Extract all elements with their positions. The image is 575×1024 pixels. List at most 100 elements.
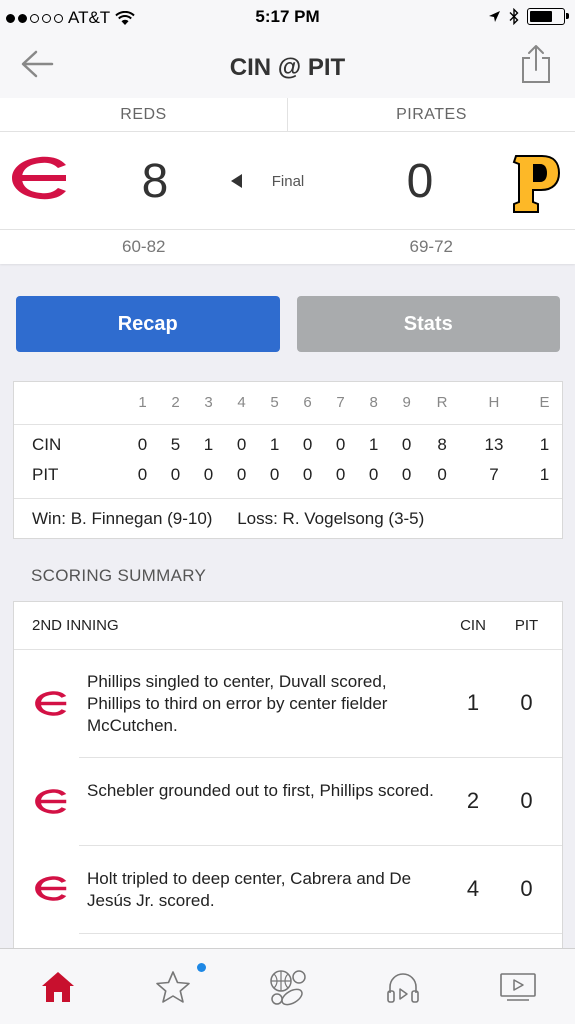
cin-column-header: CIN [460,617,486,634]
winner-arrow-icon [231,174,242,188]
inning-header: 4 [225,382,259,425]
linescore-cell: 0 [269,465,280,484]
linescore-cell: 0 [335,465,346,484]
status-bar: AT&T 5:17 PM [0,0,575,34]
team-abbr: PIT [32,465,59,484]
winning-pitcher: Win: B. Finnegan (9-10) [32,509,213,528]
scoring-play[interactable]: Phillips singled to center, Duvall score… [14,650,562,758]
home-icon [41,971,74,1002]
linescore-cell: 0 [137,435,148,455]
linescore-cell: 7 [489,465,499,484]
scoring-summary-title: SCORING SUMMARY [31,566,207,585]
headphones-icon [386,972,419,1003]
cin-running-score: 1 [466,690,480,715]
play-description: Phillips singled to center, Duvall score… [87,672,388,735]
linescore-row-cin: CIN 0 5 1 0 1 0 0 1 0 8 13 1 [14,424,562,460]
record-row: 60-82 69-72 [0,230,575,264]
location-arrow-icon [489,11,500,22]
sports-balls-icon [269,969,306,1005]
linescore-cell: 1 [368,435,379,455]
linescore-cell: 0 [335,435,346,455]
home-team-name: PIRATES [396,106,467,123]
scoring-play[interactable]: Holt tripled to deep center, Cabrera and… [14,846,562,934]
linescore-cell: 0 [401,435,412,455]
game-status: Final [271,173,305,190]
pitching-decisions: Win: B. Finnegan (9-10) Loss: R. Vogelso… [14,498,562,538]
inning-label: 2ND INNING [32,617,119,634]
reds-logo-icon [35,876,67,901]
linescore-cell: 13 [484,435,504,455]
tab-home[interactable] [0,949,115,1024]
team-header: REDS PIRATES [0,98,575,132]
reds-logo-icon [35,691,67,716]
tab-audio[interactable] [345,949,460,1024]
away-record: 60-82 [122,237,166,256]
score-card: REDS PIRATES 8 Final 0 60-82 69-72 [0,98,575,264]
linescore-cell: 0 [236,435,247,455]
pit-running-score: 0 [520,788,533,813]
linescore-cell: 0 [236,465,247,484]
losing-pitcher: Loss: R. Vogelsong (3-5) [237,509,425,528]
video-icon [499,972,536,1001]
linescore-cell: 0 [302,465,313,484]
star-icon [155,970,190,1003]
linescore-cell: 1 [203,435,214,455]
score-row: 8 Final 0 [0,132,575,230]
inning-header: 2 [159,382,193,425]
inning-header: 1 [126,382,160,425]
divider [79,933,562,934]
inning-header: 5 [258,382,292,425]
linescore-cell: 0 [368,465,379,484]
linescore-cell: 1 [539,465,550,484]
notification-badge [197,963,206,972]
linescore-box: 1 2 3 4 5 6 7 8 9 R H E CIN 0 5 1 0 1 0 … [13,381,563,539]
bluetooth-icon [509,8,519,25]
cin-running-score: 4 [466,876,480,901]
share-icon[interactable] [519,44,553,84]
errors-header: E [526,382,562,425]
linescore-cell: 0 [437,465,447,484]
linescore-cell: 0 [302,435,313,455]
page-title: CIN @ PIT [229,54,346,81]
nav-bar: CIN @ PIT [0,34,575,98]
tab-sports[interactable] [230,949,345,1024]
inning-header: 9 [390,382,424,425]
tab-favorites[interactable] [115,949,230,1024]
reds-logo-icon [35,789,67,814]
linescore-table: 1 2 3 4 5 6 7 8 9 R H E CIN 0 5 1 0 1 0 … [14,382,562,490]
home-score: 0 [406,155,434,208]
tab-bar [0,948,575,1024]
linescore-cell: 8 [437,435,447,455]
pit-running-score: 0 [520,690,533,715]
linescore-cell: 0 [401,465,412,484]
battery-level [530,11,552,22]
inning-header: 8 [357,382,391,425]
linescore-cell: 1 [269,435,280,455]
linescore-cell: 5 [170,435,181,455]
home-record: 69-72 [409,237,453,256]
pit-running-score: 0 [520,876,533,901]
linescore-cell: 0 [137,465,148,484]
pit-column-header: PIT [514,617,539,634]
linescore-cell: 0 [170,465,181,484]
scoring-summary-list: 2ND INNING CIN PIT Phillips singled to c… [13,601,563,961]
linescore-cell: 0 [203,465,214,484]
team-abbr: CIN [32,435,62,455]
linescore-row-pit: PIT 0 0 0 0 0 0 0 0 0 0 7 1 [14,460,562,490]
inning-header: 7 [324,382,358,425]
inning-header: 3 [192,382,226,425]
away-score: 8 [141,155,169,208]
hits-header: H [460,382,527,425]
play-description: Schebler grounded out to first, Phillips… [87,781,434,800]
runs-header: R [423,382,461,425]
battery-icon [527,8,569,25]
away-team-name: REDS [0,98,288,131]
play-description: Holt tripled to deep center, Cabrera and… [87,869,412,910]
tab-video[interactable] [460,949,575,1024]
recap-button[interactable]: Recap [16,296,280,352]
scoring-play[interactable]: Schebler grounded out to first, Phillips… [14,758,562,846]
stats-button[interactable]: Stats [296,296,560,352]
pirates-logo-icon [512,155,560,213]
inning-header: 6 [291,382,325,425]
linescore-cell: 1 [539,435,550,455]
